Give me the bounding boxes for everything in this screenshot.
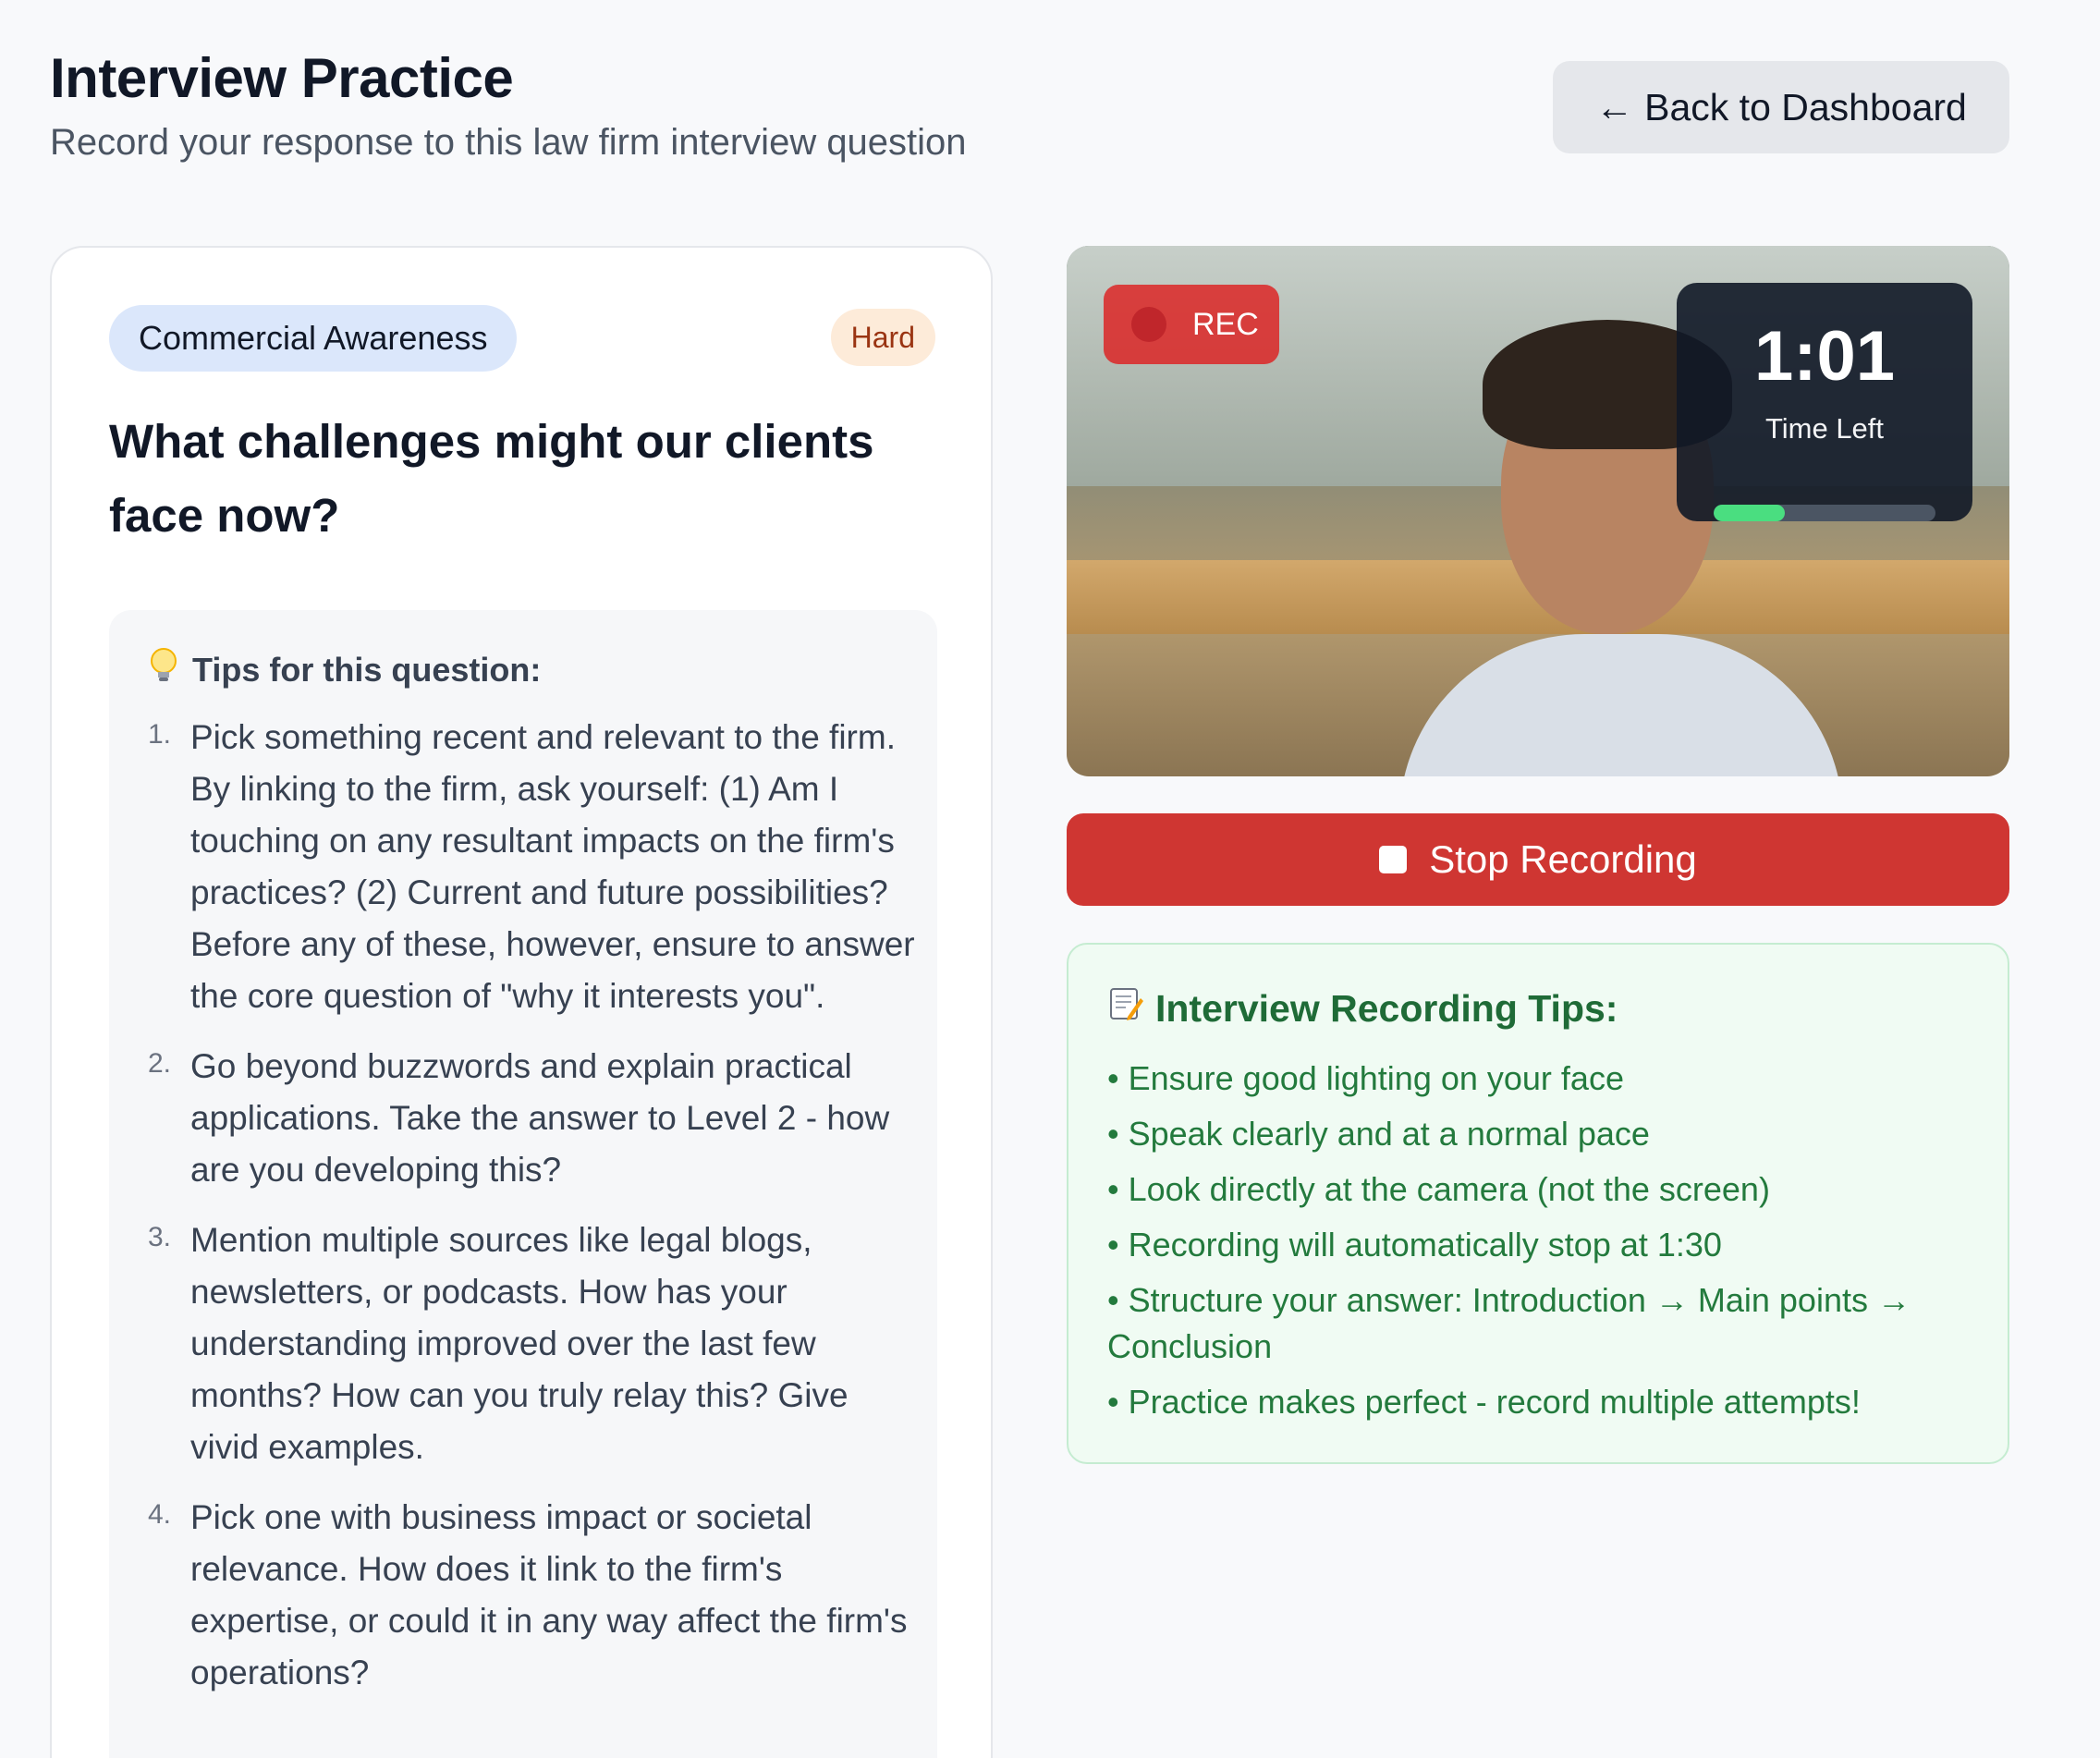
recording-tips-heading-label: Interview Recording Tips:	[1155, 986, 1618, 1030]
timer-progress-track	[1714, 505, 1935, 521]
tip-number: 3.	[148, 1222, 172, 1252]
recording-tip-item: • Look directly at the camera (not the s…	[1107, 1170, 1770, 1208]
question-card: Commercial Awareness Hard What challenge…	[50, 246, 993, 1758]
back-button-label: Back to Dashboard	[1644, 85, 1967, 128]
tip-item: 2. Go beyond buzzwords and explain practi…	[148, 1041, 915, 1196]
stop-recording-label: Stop Recording	[1429, 837, 1697, 881]
recording-tip-item: • Practice makes perfect - record multip…	[1107, 1383, 1861, 1421]
stop-recording-button[interactable]: Stop Recording	[1067, 813, 2009, 906]
interview-practice-page: Interview Practice Record your response …	[0, 0, 2100, 1758]
camera-preview: REC 1:01 Time Left	[1067, 246, 2009, 776]
recording-tips-box: Interview Recording Tips: • Ensure good …	[1067, 943, 2009, 1464]
memo-icon	[1107, 985, 1144, 1032]
tip-number: 4.	[148, 1499, 172, 1530]
question-text: What challenges might our clients face n…	[109, 415, 874, 542]
recording-tip-item: • Recording will automatically stop at 1…	[1107, 1226, 1722, 1264]
tip-text: Pick something recent and relevant to th…	[190, 718, 915, 1015]
timer-value: 1:01	[1753, 317, 1896, 396]
rec-label: REC	[1192, 306, 1259, 342]
tip-item: 3. Mention multiple sources like legal bl…	[148, 1215, 915, 1473]
page-title: Interview Practice	[50, 47, 514, 109]
recording-indicator: REC	[1104, 285, 1279, 364]
recording-tips-heading: Interview Recording Tips:	[1107, 985, 1618, 1032]
record-dot-icon	[1131, 307, 1166, 342]
category-badge: Commercial Awareness	[109, 305, 518, 372]
tips-heading: Tips for this question:	[148, 647, 541, 692]
person-body	[1399, 634, 1843, 776]
tip-item: 1. Pick something recent and relevant to …	[148, 712, 915, 1022]
tip-number: 1.	[148, 719, 172, 750]
tip-item: 4. Pick one with business impact or socie…	[148, 1492, 915, 1699]
page-subtitle: Record your response to this law firm in…	[50, 122, 967, 163]
recording-tip-item: • Ensure good lighting on your face	[1107, 1059, 1624, 1097]
tips-heading-label: Tips for this question:	[192, 650, 542, 689]
tip-text: Pick one with business impact or societa…	[190, 1498, 908, 1691]
question-tips-box: Tips for this question: 1. Pick something…	[109, 610, 937, 1758]
tip-text: Go beyond buzzwords and explain practica…	[190, 1047, 890, 1189]
back-to-dashboard-button[interactable]: ← Back to Dashboard	[1553, 61, 2009, 153]
arrow-left-icon: ←	[1595, 85, 1634, 128]
recording-tips-list: • Ensure good lighting on your face • Spe…	[1107, 1056, 1985, 1434]
tips-list: 1. Pick something recent and relevant to …	[148, 712, 915, 1717]
recording-tip-item: • Speak clearly and at a normal pace	[1107, 1115, 1650, 1153]
timer-progress-fill	[1714, 505, 1785, 521]
recording-tip-item: • Structure your answer: Introduction → …	[1107, 1281, 1911, 1365]
difficulty-badge: Hard	[830, 309, 935, 366]
tip-text: Mention multiple sources like legal blog…	[190, 1221, 849, 1466]
lightbulb-icon	[148, 647, 179, 692]
stop-icon	[1379, 846, 1408, 873]
tip-number: 2.	[148, 1048, 172, 1079]
timer-overlay: 1:01 Time Left	[1677, 283, 1972, 521]
timer-label: Time Left	[1764, 412, 1885, 445]
